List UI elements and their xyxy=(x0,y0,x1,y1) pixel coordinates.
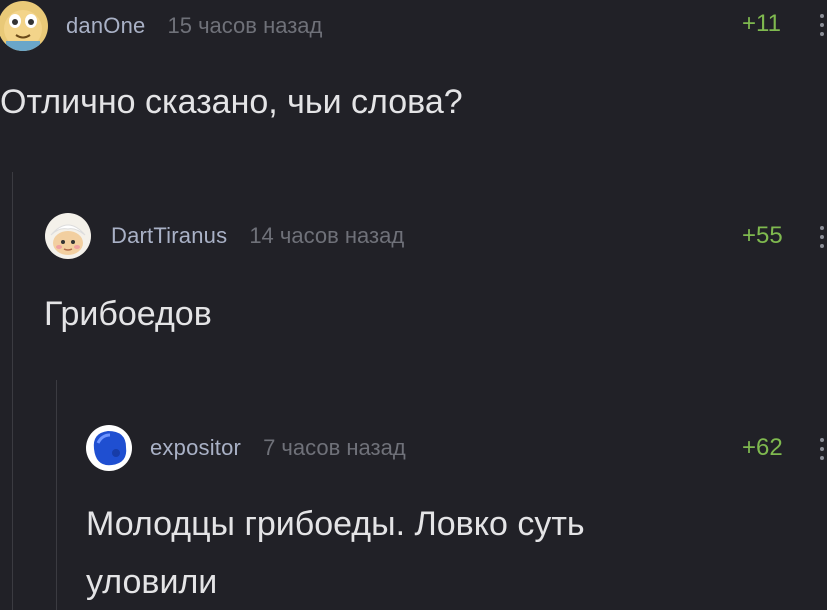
comment-text: Грибоедов xyxy=(44,295,212,333)
comment-header: danOne 15 часов назад xyxy=(0,1,323,51)
comment-text: Отлично сказано, чьи слова? xyxy=(0,83,463,121)
more-options-icon[interactable] xyxy=(820,226,825,252)
timestamp[interactable]: 14 часов назад xyxy=(249,223,404,249)
more-options-icon[interactable] xyxy=(820,14,825,40)
cartoon-cat-avatar-icon[interactable] xyxy=(0,1,48,51)
rating-badge: +55 xyxy=(742,222,783,249)
comment-header: expositor 7 часов назад xyxy=(86,424,406,472)
comment-text-line-1: Молодцы грибоеды. Ловко суть xyxy=(86,505,585,543)
timestamp[interactable]: 15 часов назад xyxy=(168,13,323,39)
thread-line-level-1[interactable] xyxy=(12,172,13,610)
rating-badge: +62 xyxy=(742,434,783,461)
thread-line-level-2[interactable] xyxy=(56,380,57,610)
username[interactable]: danOne xyxy=(66,13,146,39)
blue-blob-avatar-icon[interactable] xyxy=(86,425,132,471)
username[interactable]: expositor xyxy=(150,435,241,461)
cartoon-face-avatar-icon[interactable] xyxy=(45,213,91,259)
comment-header: DartTiranus 14 часов назад xyxy=(45,212,404,260)
timestamp[interactable]: 7 часов назад xyxy=(263,435,406,461)
more-options-icon[interactable] xyxy=(820,438,825,464)
username[interactable]: DartTiranus xyxy=(111,223,227,249)
rating-badge: +11 xyxy=(742,10,781,37)
comment-text-line-2: уловили xyxy=(86,563,218,601)
